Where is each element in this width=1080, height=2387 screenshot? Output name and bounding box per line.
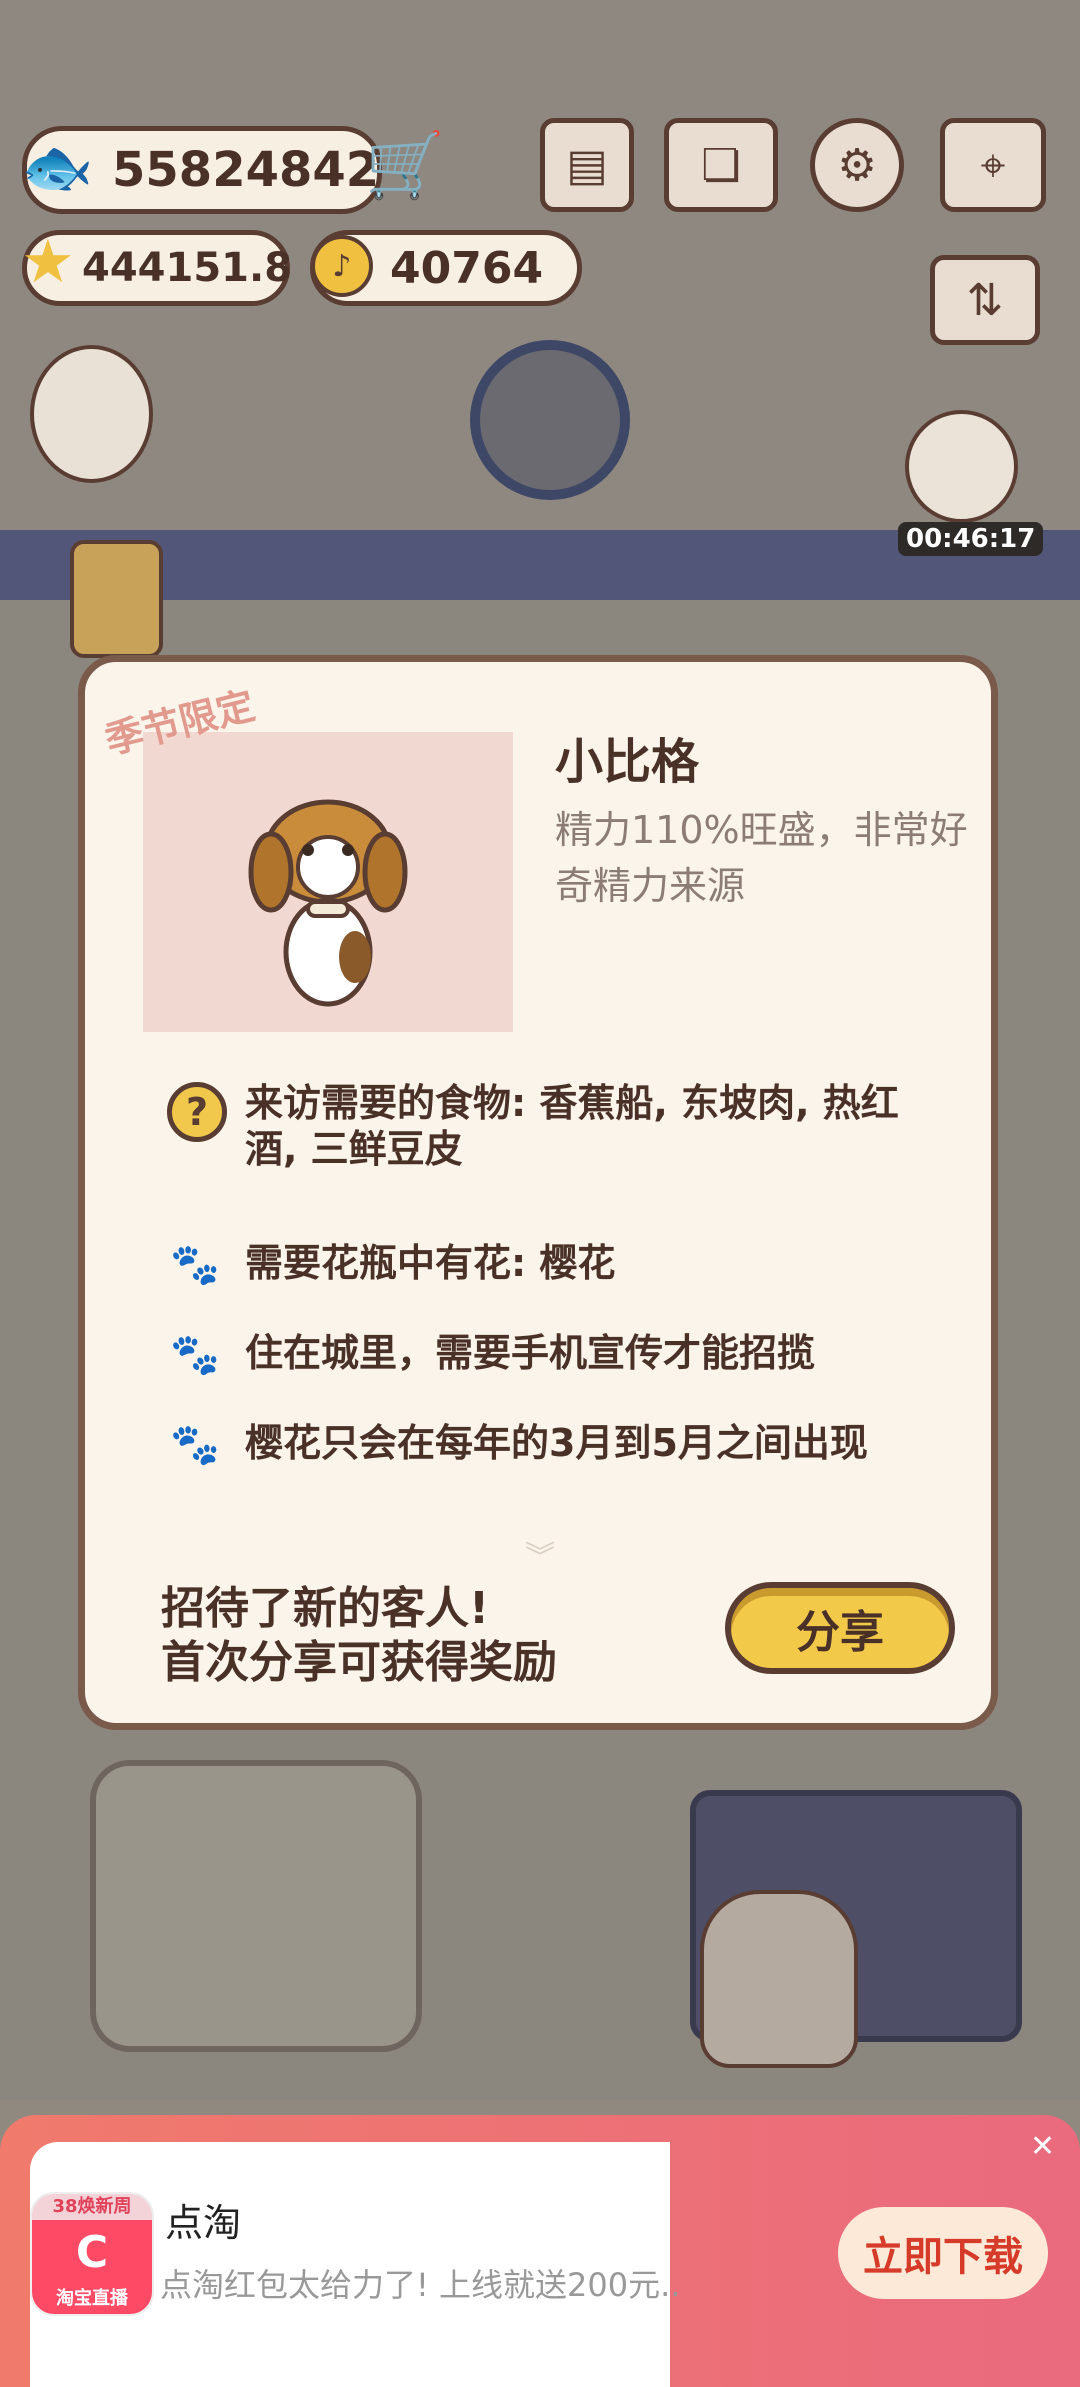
ad-text: 点淘红包太给力了! 上线就送200元... [160,2266,680,2304]
cat-timer-character[interactable] [905,410,1018,523]
lantern-decoration [70,540,163,658]
gear-icon[interactable]: ⚙ [810,118,904,212]
notebook-icon[interactable]: ▤ [540,118,634,212]
ad-app-name: 点淘 [165,2201,242,2245]
ad-logo-top: 38焕新周 [32,2194,152,2220]
paw-icon: 🐾 [170,1241,220,1288]
paw-icon: 🐾 [170,1421,220,1468]
sort-icon[interactable]: ⇅ [930,255,1040,345]
requirement-flower: 需要花瓶中有花: 樱花 [245,1241,616,1285]
fish-icon: 🐟 [21,133,94,201]
paw-icon: 🐾 [170,1331,220,1378]
ad-app-logo: 38焕新周 C 淘宝直播 [30,2192,154,2316]
ad-card[interactable]: 38焕新周 C 淘宝直播 点淘 点淘红包太给力了! 上线就送200元... [30,2142,680,2387]
ad-banner[interactable]: 38焕新周 C 淘宝直播 点淘 点淘红包太给力了! 上线就送200元... 立即… [0,2115,1080,2387]
guest-info-dialog: 季节限定 小比格 精力110%旺盛，非常好奇精力来源 ? 来访需要的食物: 香蕉… [78,655,998,1730]
star-counter[interactable]: ★ 444151.8 [21,227,293,306]
guest-name: 小比格 [555,734,700,790]
timer-label: 00:46:17 [898,522,1044,556]
share-prompt-line1: 招待了新的客人! [161,1583,490,1634]
beagle-illustration [248,799,408,1007]
close-icon[interactable]: ✕ [1030,2129,1055,2164]
cat-portrait-decoration [30,345,153,483]
question-icon: ? [167,1082,227,1142]
bell-counter[interactable]: ♪ 40764 [310,230,582,306]
requirement-food: 来访需要的食物: 香蕉船, 东坡肉, 热红酒, 三鲜豆皮 [245,1081,899,1171]
map-icon[interactable]: ⌖ [940,118,1046,212]
sushi-shelf-decoration [90,1760,422,2052]
bell-icon: ♪ [311,235,373,297]
chevron-down-icon: ︾ [525,1540,555,1575]
fish-counter[interactable]: 🐟 55824842 [21,126,382,214]
share-button[interactable]: 分享 [725,1582,955,1674]
ad-logo-bottom: 淘宝直播 [32,2284,152,2314]
ad-label: 广告 [62,2356,107,2381]
dreamcatcher-decoration [470,340,630,500]
star-icon: ★ [21,227,75,297]
bell-count: 40764 [390,242,544,294]
star-count: 444151.8 [82,245,293,291]
fish-count: 55824842 [112,142,380,198]
share-prompt-line2: 首次分享可获得奖励 [161,1637,557,1688]
requirement-season: 樱花只会在每年的3月到5月之间出现 [245,1421,868,1465]
shopping-cart-icon[interactable]: 🛒 [360,120,450,210]
play-icon: C [32,2220,152,2284]
requirement-city: 住在城里，需要手机宣传才能招揽 [245,1331,816,1375]
cat-character[interactable] [700,1890,858,2068]
guest-portrait [143,732,513,1032]
guest-description: 精力110%旺盛，非常好奇精力来源 [555,808,968,908]
ad-download-button[interactable]: 立即下载 [838,2207,1048,2299]
book-icon[interactable]: ❏ [664,118,778,212]
share-prompt: 招待了新的客人! 首次分享可获得奖励 [161,1582,557,1690]
